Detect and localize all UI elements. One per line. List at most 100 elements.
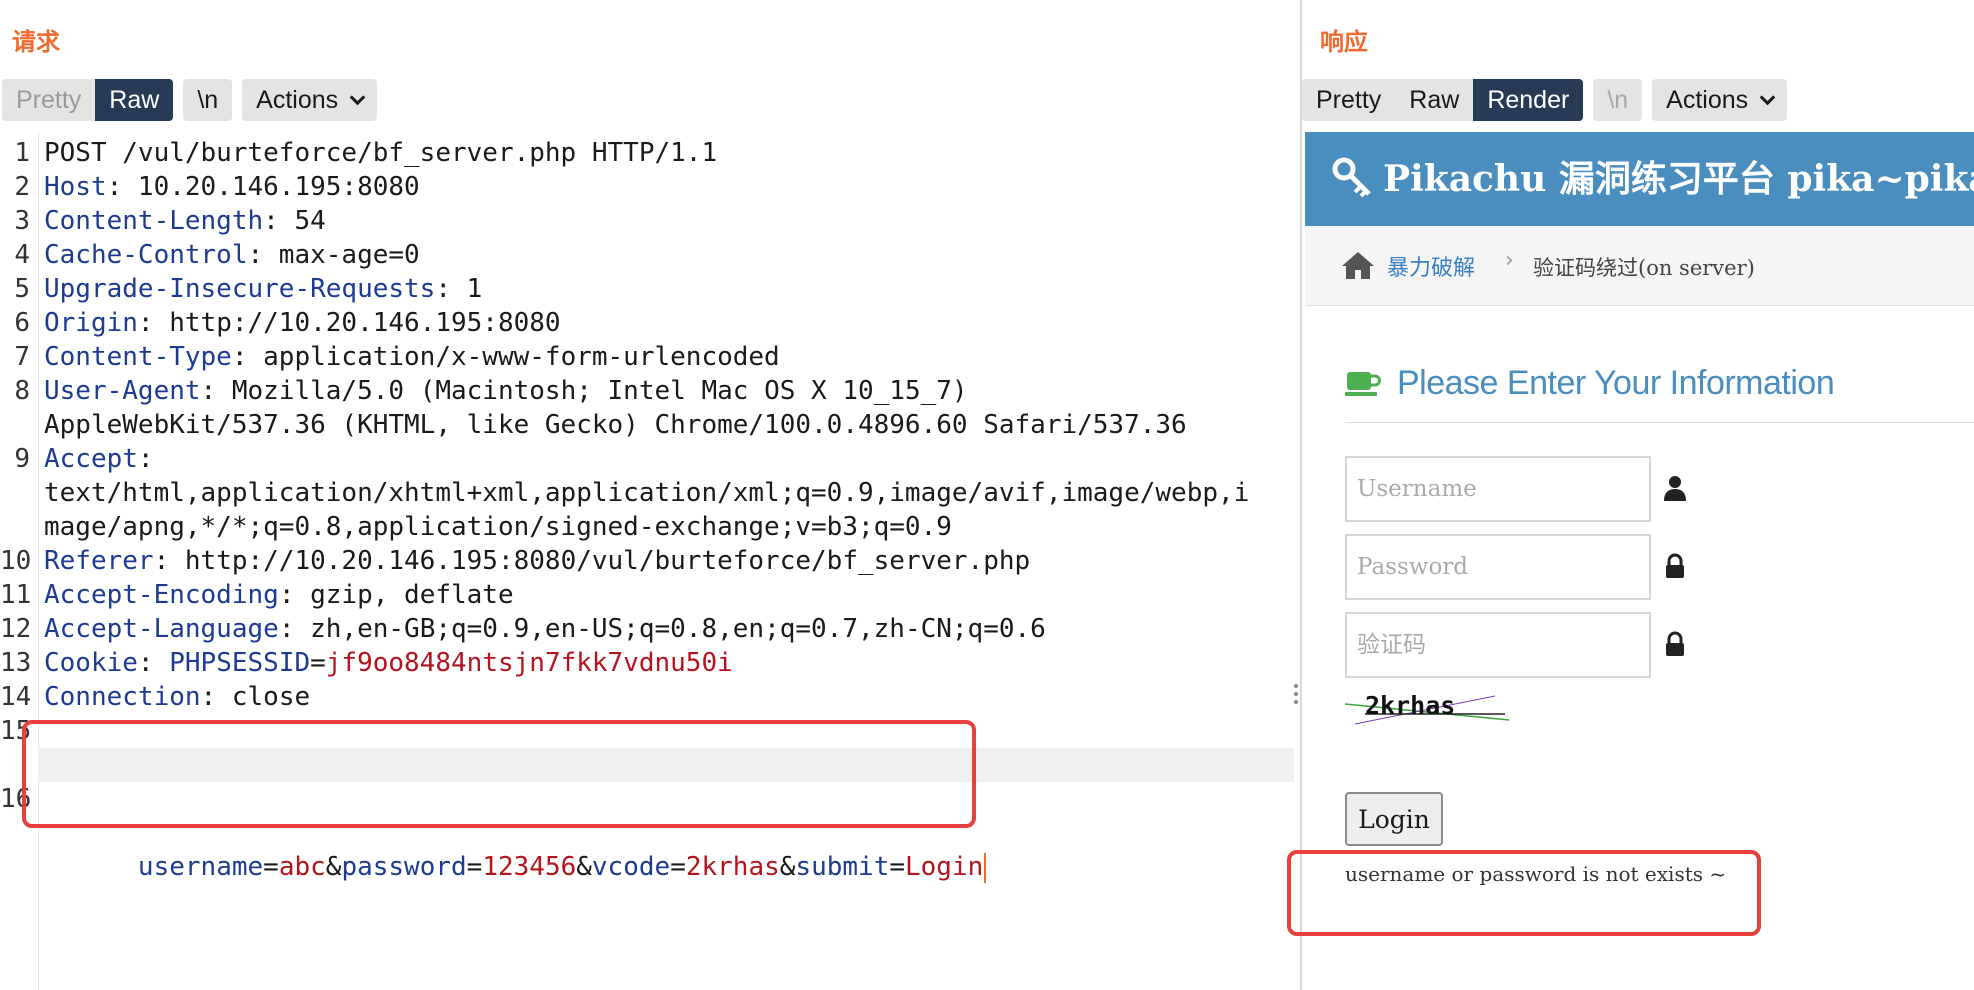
divider-drag-handle-icon[interactable]: [1293, 680, 1299, 716]
header-value: : Mozilla/5.0 (Macintosh; Intel Mac OS X…: [200, 376, 968, 406]
line-number: 8: [14, 376, 30, 406]
header-value: : gzip, deflate: [278, 580, 514, 610]
tab-pretty[interactable]: Pretty: [2, 79, 95, 121]
tab-render[interactable]: Render: [1473, 79, 1584, 121]
key-icon: [1332, 157, 1371, 198]
line-number: 14: [0, 682, 32, 712]
site-header: Pikachu 漏洞练习平台 pika~pika~: [1305, 132, 1974, 226]
header-name: Origin: [44, 308, 138, 338]
header-value: : 10.20.146.195:8080: [106, 172, 420, 202]
header-name: Accept: [44, 444, 138, 474]
line-text: mage/apng,*/*;q=0.8,application/signed-e…: [44, 512, 952, 542]
header-value: :: [137, 444, 154, 474]
line-number: 9: [14, 444, 30, 474]
line-number: 1: [14, 138, 30, 168]
param-key: username: [137, 852, 264, 882]
actions-button[interactable]: Actions: [1652, 79, 1788, 121]
actions-label: Actions: [1666, 85, 1749, 114]
line-number: 3: [14, 206, 30, 236]
breadcrumb-current: 验证码绕过(on server): [1533, 256, 1755, 280]
site-title: Pikachu 漏洞练习平台 pika~pika~: [1383, 158, 1974, 200]
line-number: 6: [14, 308, 30, 338]
line-text: POST /vul/burteforce/bf_server.php HTTP/…: [44, 138, 718, 168]
response-toolbar: Pretty Raw Render \n Actions: [1302, 79, 1788, 121]
line-text: text/html,application/xhtml+xml,applicat…: [44, 478, 1250, 508]
param-value: 123456: [482, 852, 577, 882]
header-value: : zh,en-GB;q=0.9,en-US;q=0.8,en;q=0.7,zh…: [278, 614, 1046, 644]
header-name: Cache-Control: [44, 240, 248, 270]
header-name: Host: [44, 172, 107, 202]
param-value: 2krhas: [685, 852, 780, 882]
header-value: : 54: [263, 206, 326, 236]
form-heading: Please Enter Your Information: [1397, 364, 1835, 402]
line-content: AppleWebKit/537.36 (KHTML, like Gecko) C…: [44, 408, 1187, 442]
header-value: :: [137, 648, 170, 678]
request-toolbar: Pretty Raw \n Actions: [2, 79, 378, 121]
param-value: abc: [278, 852, 326, 882]
line-number: 4: [14, 240, 30, 270]
line-number: 7: [14, 342, 30, 372]
breadcrumb-separator: ›: [1505, 248, 1514, 273]
tab-pretty[interactable]: Pretty: [1302, 79, 1395, 121]
header-value: : http://10.20.146.195:8080: [137, 308, 561, 338]
line-content: Content-Type: application/x-www-form-url…: [44, 340, 780, 374]
header-name: Referer: [44, 546, 154, 576]
login-button[interactable]: Login: [1345, 792, 1443, 846]
newline-toggle-button[interactable]: \n: [183, 79, 233, 121]
line-content: Referer: http://10.20.146.195:8080/vul/b…: [44, 544, 1030, 578]
header-name: Upgrade-Insecure-Requests: [44, 274, 436, 304]
actions-button[interactable]: Actions: [242, 79, 378, 121]
coffee-cup-icon: [1345, 372, 1381, 396]
breadcrumb: 暴力破解 › 验证码绕过(on server): [1305, 226, 1974, 306]
line-content: POST /vul/burteforce/bf_server.php HTTP/…: [44, 136, 717, 170]
text-caret: [984, 852, 987, 883]
param-key: password: [341, 852, 467, 882]
username-field[interactable]: [1345, 456, 1651, 522]
vcode-field[interactable]: [1345, 612, 1651, 678]
header-name: Content-Length: [44, 206, 264, 236]
tab-raw[interactable]: Raw: [95, 79, 174, 121]
line-content: Origin: http://10.20.146.195:8080: [44, 306, 561, 340]
line-content: Cache-Control: max-age=0: [44, 238, 420, 272]
password-field[interactable]: [1345, 534, 1651, 600]
line-number: 13: [0, 648, 32, 678]
line-number: 10: [0, 546, 32, 576]
line-content: text/html,application/xhtml+xml,applicat…: [44, 476, 1249, 510]
header-value: : http://10.20.146.195:8080/vul/burtefor…: [153, 546, 1031, 576]
captcha-text: 2krhas: [1365, 691, 1455, 720]
breadcrumb-link[interactable]: 暴力破解: [1387, 250, 1475, 282]
response-view-tabs: Pretty Raw Render: [1302, 79, 1584, 121]
request-editor[interactable]: 1 POST /vul/burteforce/bf_server.php HTTP…: [0, 132, 1300, 990]
cookie-value: jf9oo8484ntsjn7fkk7vdnu50i: [325, 648, 733, 678]
line-content: Upgrade-Insecure-Requests: 1: [44, 272, 482, 306]
line-content: Connection: close: [44, 680, 310, 714]
header-name: Accept-Encoding: [44, 580, 279, 610]
actions-label: Actions: [256, 85, 339, 114]
line-number: 5: [14, 274, 30, 304]
captcha-image[interactable]: 2krhas: [1345, 690, 1509, 730]
line-content: Accept-Language: zh,en-GB;q=0.9,en-US;q=…: [44, 612, 1046, 646]
line-content: Content-Length: 54: [44, 204, 326, 238]
newline-toggle-button[interactable]: \n: [1593, 79, 1643, 121]
line-number: 12: [0, 614, 32, 644]
chevron-down-icon: [1759, 89, 1776, 105]
header-value: : close: [200, 682, 311, 712]
line-content: User-Agent: Mozilla/5.0 (Macintosh; Inte…: [44, 374, 968, 408]
request-view-tabs: Pretty Raw: [2, 79, 174, 121]
request-panel-title: 请求: [12, 28, 60, 56]
user-icon: [1664, 476, 1686, 501]
home-icon[interactable]: [1341, 250, 1375, 280]
lock-icon: [1666, 631, 1684, 656]
line-content: Cookie: PHPSESSID=jf9oo8484ntsjn7fkk7vdn…: [44, 646, 733, 680]
heading-divider: [1345, 422, 1974, 423]
param-key: vcode: [591, 852, 671, 882]
cookie-equals: =: [310, 648, 326, 678]
header-value: : max-age=0: [247, 240, 420, 270]
line-number: 2: [14, 172, 30, 202]
request-body-highlight-box: [22, 720, 976, 828]
response-panel-title: 响应: [1320, 28, 1368, 56]
panel-divider[interactable]: [1300, 0, 1302, 990]
line-content: mage/apng,*/*;q=0.8,application/signed-e…: [44, 510, 952, 544]
tab-raw[interactable]: Raw: [1395, 79, 1473, 121]
request-body[interactable]: username=abc&password=123456&vcode=2krha…: [44, 816, 987, 918]
